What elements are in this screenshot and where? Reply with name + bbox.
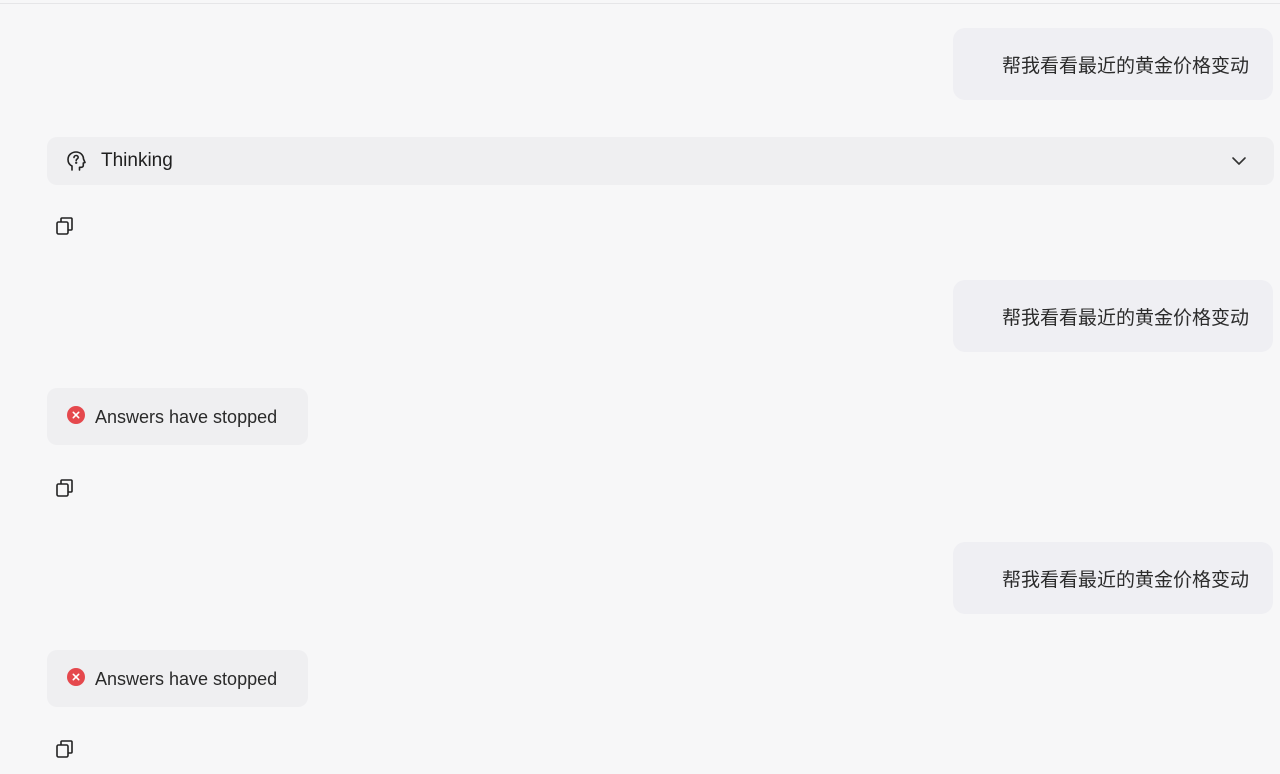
user-message-bubble: 帮我看看最近的黄金价格变动 [953,28,1273,100]
error-circle-icon [67,406,85,424]
user-message-text: 帮我看看最近的黄金价格变动 [1001,54,1249,77]
thinking-label: Thinking [101,150,173,171]
answer-stopped-notice: Answers have stopped [47,388,308,445]
answer-stopped-label: Answers have stopped [95,669,278,689]
thinking-toggle[interactable]: Thinking [47,137,1274,185]
user-message-bubble: 帮我看看最近的黄金价格变动 [953,280,1273,352]
brain-icon [67,151,86,171]
chevron-down-icon [1232,157,1246,165]
user-message-text: 帮我看看最近的黄金价格变动 [1001,306,1249,329]
copy-icon[interactable] [55,739,75,759]
answer-stopped-notice: Answers have stopped [47,650,308,707]
error-circle-icon [67,668,85,686]
user-message-bubble: 帮我看看最近的黄金价格变动 [953,542,1273,614]
copy-icon[interactable] [55,216,75,236]
user-message-text: 帮我看看最近的黄金价格变动 [1001,568,1249,591]
answer-stopped-label: Answers have stopped [95,407,278,427]
top-divider [0,3,1280,4]
copy-icon[interactable] [55,478,75,498]
